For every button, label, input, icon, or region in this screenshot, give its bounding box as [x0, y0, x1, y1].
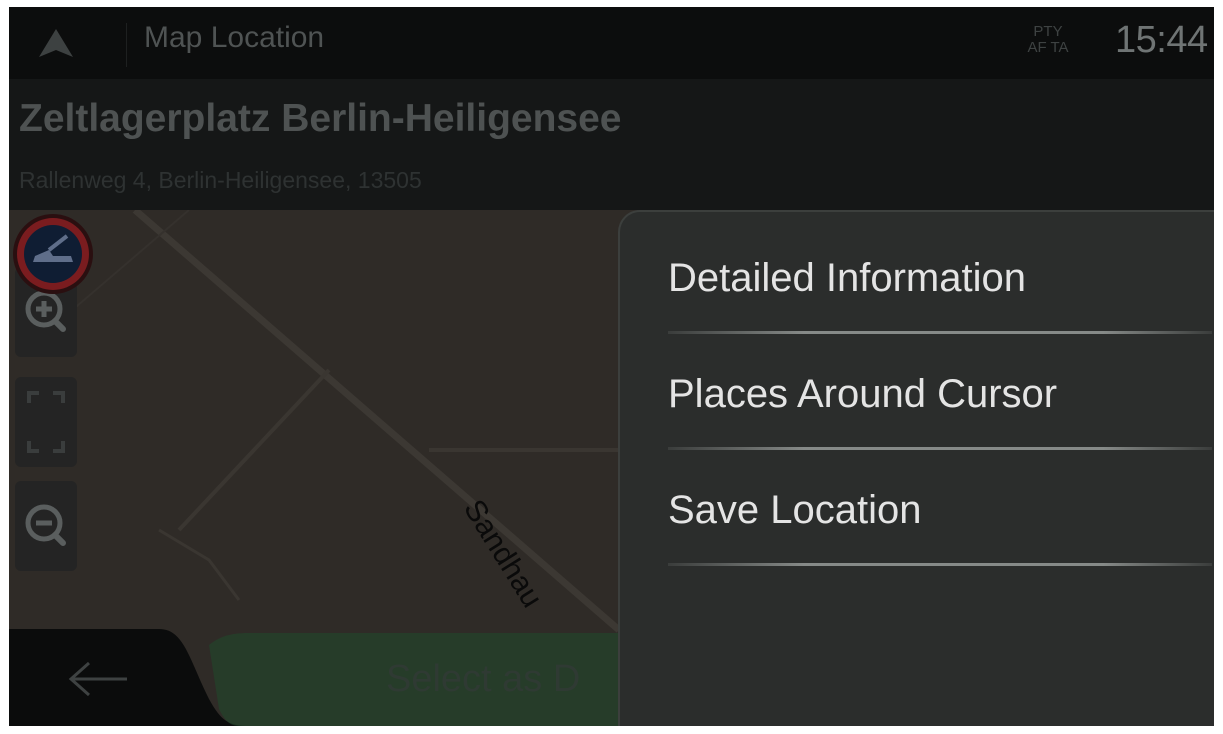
traffic-info-line-1: PTY: [1033, 23, 1063, 40]
fullscreen-icon: [27, 391, 65, 453]
campsite-icon[interactable]: [9, 210, 97, 298]
compass-arrow-icon[interactable]: [37, 27, 75, 59]
fullscreen-button[interactable]: [15, 377, 77, 467]
traffic-info-line-2: AF TA: [1027, 39, 1069, 56]
location-header: Zeltlagerplatz Berlin-Heiligensee Rallen…: [9, 79, 1214, 210]
location-name: Zeltlagerplatz Berlin-Heiligensee: [19, 97, 622, 140]
zoom-out-button[interactable]: [15, 481, 77, 571]
menu-item-places-around-cursor[interactable]: Places Around Cursor: [620, 334, 1214, 450]
location-address: Rallenweg 4, Berlin-Heiligensee, 13505: [19, 167, 422, 193]
menu-item-save-location[interactable]: Save Location: [620, 450, 1214, 566]
status-divider: [126, 23, 127, 67]
menu-item-label: Places Around Cursor: [668, 372, 1058, 416]
menu-separator: [668, 563, 1212, 566]
context-menu: Detailed Information Places Around Curso…: [618, 210, 1214, 726]
clock: 15:44: [1115, 19, 1208, 61]
back-arrow-icon[interactable]: [49, 649, 139, 709]
menu-item-label: Detailed Information: [668, 256, 1026, 300]
screen: Map Location PTY AF TA 15:44 Zeltlagerpl…: [9, 7, 1214, 726]
screen-title: Map Location: [144, 21, 325, 54]
status-bar: Map Location PTY AF TA 15:44: [9, 7, 1214, 79]
select-as-destination-label: Select as D: [386, 658, 581, 700]
traffic-info-indicator: PTY AF TA: [1023, 24, 1073, 56]
menu-item-label: Save Location: [668, 488, 922, 532]
menu-item-detailed-information[interactable]: Detailed Information: [620, 218, 1214, 334]
zoom-out-icon: [25, 504, 66, 546]
